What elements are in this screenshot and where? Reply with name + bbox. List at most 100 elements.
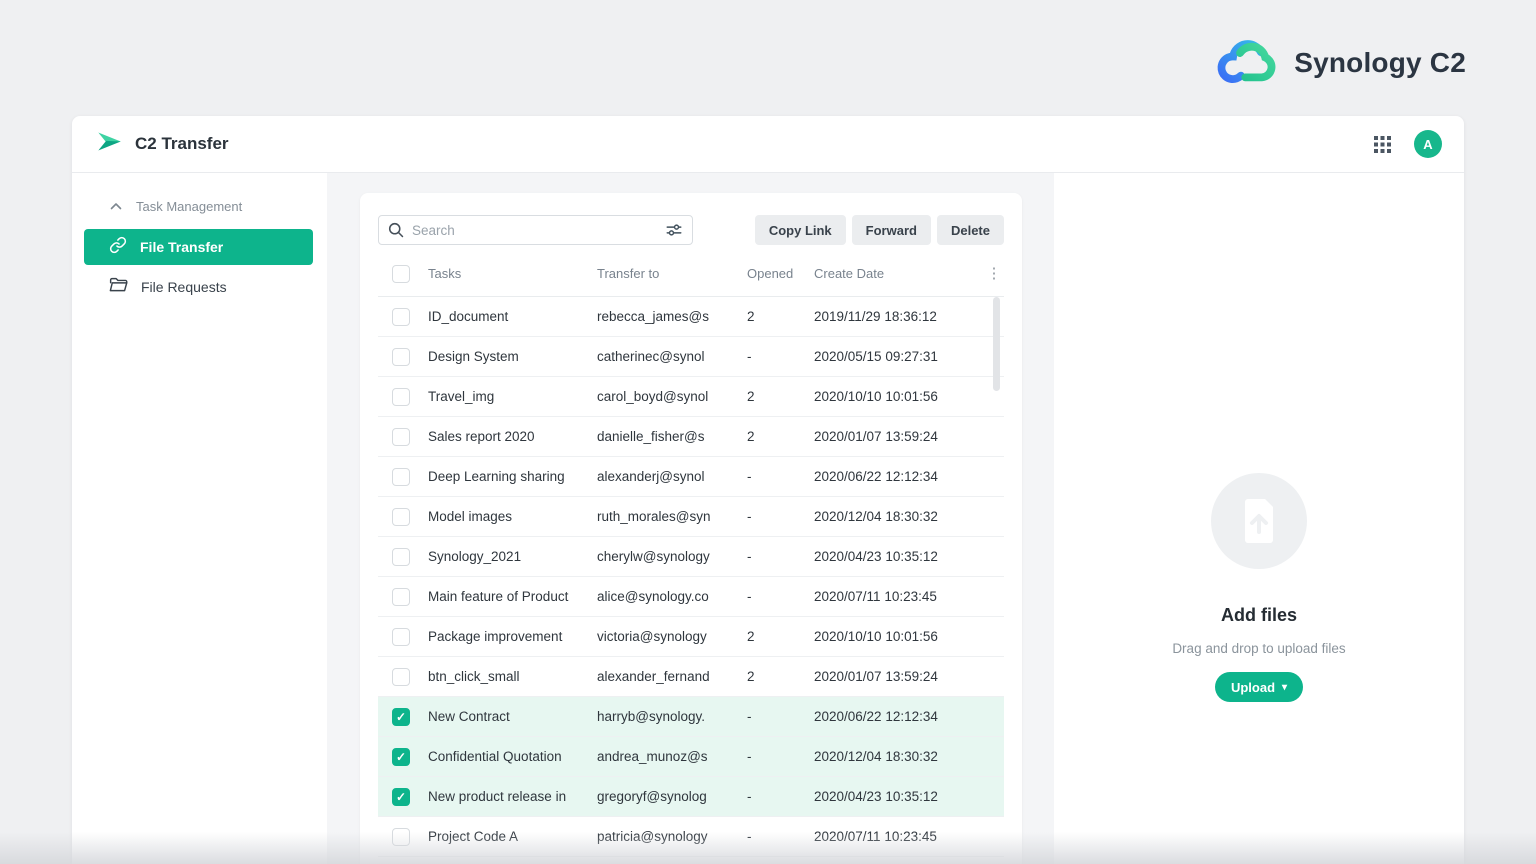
cell-transfer-to: catherinec@synol bbox=[597, 349, 747, 364]
cell-opened: - bbox=[747, 349, 814, 364]
table-row[interactable]: Travel_img carol_boyd@synol 2 2020/10/10… bbox=[378, 377, 1004, 417]
caret-down-icon: ▾ bbox=[1282, 682, 1287, 693]
app-grid-icon[interactable] bbox=[1372, 134, 1392, 154]
forward-button[interactable]: Forward bbox=[852, 215, 931, 245]
cell-task-name: Travel_img bbox=[428, 389, 597, 404]
sidebar-section-task-management[interactable]: Task Management bbox=[72, 197, 327, 229]
cell-transfer-to: andrea_munoz@s bbox=[597, 749, 747, 764]
row-checkbox[interactable] bbox=[392, 308, 410, 326]
row-checkbox[interactable] bbox=[392, 588, 410, 606]
page: Synology C2 C2 Transfer bbox=[0, 0, 1536, 864]
cell-opened: - bbox=[747, 549, 814, 564]
select-all-checkbox[interactable] bbox=[392, 265, 410, 283]
search-box bbox=[378, 215, 693, 245]
cell-task-name: New Contract bbox=[428, 709, 597, 724]
cell-task-name: Confidential Quotation bbox=[428, 749, 597, 764]
row-checkbox[interactable] bbox=[392, 348, 410, 366]
search-input[interactable] bbox=[378, 215, 693, 245]
cell-create-date: 2020/04/23 10:35:12 bbox=[814, 549, 984, 564]
table-row[interactable]: Sales report 2020 danielle_fisher@s 2 20… bbox=[378, 417, 1004, 457]
filter-tune-icon[interactable] bbox=[665, 221, 683, 244]
app-brand: C2 Transfer bbox=[96, 128, 229, 160]
cell-transfer-to: victoria@synology bbox=[597, 629, 747, 644]
table-row[interactable]: Deep Learning sharing alexanderj@synol -… bbox=[378, 457, 1004, 497]
row-checkbox[interactable] bbox=[392, 508, 410, 526]
cell-create-date: 2020/07/11 10:23:45 bbox=[814, 589, 984, 604]
sidebar-item-file-requests[interactable]: File Requests bbox=[84, 269, 313, 305]
table-row[interactable]: Package improvement victoria@synology 2 … bbox=[378, 617, 1004, 657]
table-row[interactable]: Confidential Quotation andrea_munoz@s - … bbox=[378, 737, 1004, 777]
row-checkbox[interactable] bbox=[392, 388, 410, 406]
cell-opened: 2 bbox=[747, 629, 814, 644]
cell-task-name: ID_document bbox=[428, 309, 597, 324]
table-scrollbar-thumb[interactable] bbox=[993, 297, 1000, 391]
toolbar: Copy Link Forward Delete bbox=[378, 215, 1004, 245]
sidebar-item-label: File Requests bbox=[141, 279, 227, 295]
cell-transfer-to: alice@synology.co bbox=[597, 589, 747, 604]
cell-transfer-to: gregoryf@synolog bbox=[597, 789, 747, 804]
cell-create-date: 2020/10/10 10:01:56 bbox=[814, 629, 984, 644]
cell-transfer-to: patricia@synology bbox=[597, 829, 747, 844]
table-row[interactable]: ID_document rebecca_james@s 2 2019/11/29… bbox=[378, 297, 1004, 337]
sidebar-item-label: File Transfer bbox=[140, 239, 223, 255]
app-title: C2 Transfer bbox=[135, 134, 229, 154]
column-header-tasks: Tasks bbox=[428, 266, 597, 281]
row-checkbox[interactable] bbox=[392, 668, 410, 686]
upload-panel: Add files Drag and drop to upload files … bbox=[1054, 173, 1464, 864]
row-checkbox[interactable] bbox=[392, 428, 410, 446]
cell-create-date: 2020/06/22 12:12:34 bbox=[814, 709, 984, 724]
cell-task-name: btn_click_small bbox=[428, 669, 597, 684]
row-checkbox[interactable] bbox=[392, 468, 410, 486]
table-row[interactable]: Synology_2021 cherylw@synology - 2020/04… bbox=[378, 537, 1004, 577]
cell-opened: - bbox=[747, 589, 814, 604]
cell-transfer-to: alexander_fernand bbox=[597, 669, 747, 684]
cell-create-date: 2020/07/11 10:23:45 bbox=[814, 829, 984, 844]
app-body: Task Management File Transfer bbox=[72, 173, 1464, 864]
column-options-kebab-icon[interactable]: ⋮ bbox=[984, 266, 1004, 281]
table-row[interactable]: Design System catherinec@synol - 2020/05… bbox=[378, 337, 1004, 377]
cell-opened: - bbox=[747, 709, 814, 724]
table-row[interactable]: Project Code A patricia@synology - 2020/… bbox=[378, 817, 1004, 857]
cell-task-name: Model images bbox=[428, 509, 597, 524]
delete-button[interactable]: Delete bbox=[937, 215, 1004, 245]
add-files-subtitle: Drag and drop to upload files bbox=[1172, 641, 1345, 656]
row-checkbox[interactable] bbox=[392, 628, 410, 646]
row-checkbox[interactable] bbox=[392, 748, 410, 766]
cell-create-date: 2020/01/07 13:59:24 bbox=[814, 429, 984, 444]
chevron-up-icon bbox=[110, 197, 122, 215]
row-checkbox[interactable] bbox=[392, 548, 410, 566]
user-avatar[interactable]: A bbox=[1414, 130, 1442, 158]
cell-create-date: 2020/05/15 09:27:31 bbox=[814, 349, 984, 364]
cell-create-date: 2020/01/07 13:59:24 bbox=[814, 669, 984, 684]
synology-c2-logo: Synology C2 bbox=[1214, 34, 1466, 91]
sidebar-item-file-transfer[interactable]: File Transfer bbox=[84, 229, 313, 265]
table-row[interactable]: Main feature of Product alice@synology.c… bbox=[378, 577, 1004, 617]
upload-file-icon bbox=[1211, 473, 1307, 569]
cell-opened: 2 bbox=[747, 309, 814, 324]
table-row[interactable]: New Contract harryb@synology. - 2020/06/… bbox=[378, 697, 1004, 737]
cloud-logo-icon bbox=[1214, 34, 1280, 91]
table-row[interactable]: btn_click_small alexander_fernand 2 2020… bbox=[378, 657, 1004, 697]
cell-opened: - bbox=[747, 789, 814, 804]
upload-button[interactable]: Upload ▾ bbox=[1215, 672, 1303, 702]
table-row[interactable]: Model images ruth_morales@syn - 2020/12/… bbox=[378, 497, 1004, 537]
add-files-title: Add files bbox=[1221, 605, 1297, 626]
row-checkbox[interactable] bbox=[392, 788, 410, 806]
logo-text: Synology C2 bbox=[1294, 47, 1466, 79]
cell-task-name: Sales report 2020 bbox=[428, 429, 597, 444]
row-checkbox[interactable] bbox=[392, 828, 410, 846]
cell-task-name: Deep Learning sharing bbox=[428, 469, 597, 484]
upload-button-label: Upload bbox=[1231, 680, 1275, 695]
cell-create-date: 2020/12/04 18:30:32 bbox=[814, 749, 984, 764]
cell-create-date: 2019/11/29 18:36:12 bbox=[814, 309, 984, 324]
copy-link-button[interactable]: Copy Link bbox=[755, 215, 846, 245]
cell-opened: 2 bbox=[747, 669, 814, 684]
app-header: C2 Transfer A bbox=[72, 116, 1464, 173]
app-window: C2 Transfer A bbox=[72, 116, 1464, 864]
cell-task-name: Project Code A bbox=[428, 829, 597, 844]
table-row[interactable]: New product release in gregoryf@synolog … bbox=[378, 777, 1004, 817]
action-buttons: Copy Link Forward Delete bbox=[755, 215, 1004, 245]
row-checkbox[interactable] bbox=[392, 708, 410, 726]
cell-transfer-to: danielle_fisher@s bbox=[597, 429, 747, 444]
cell-opened: - bbox=[747, 509, 814, 524]
